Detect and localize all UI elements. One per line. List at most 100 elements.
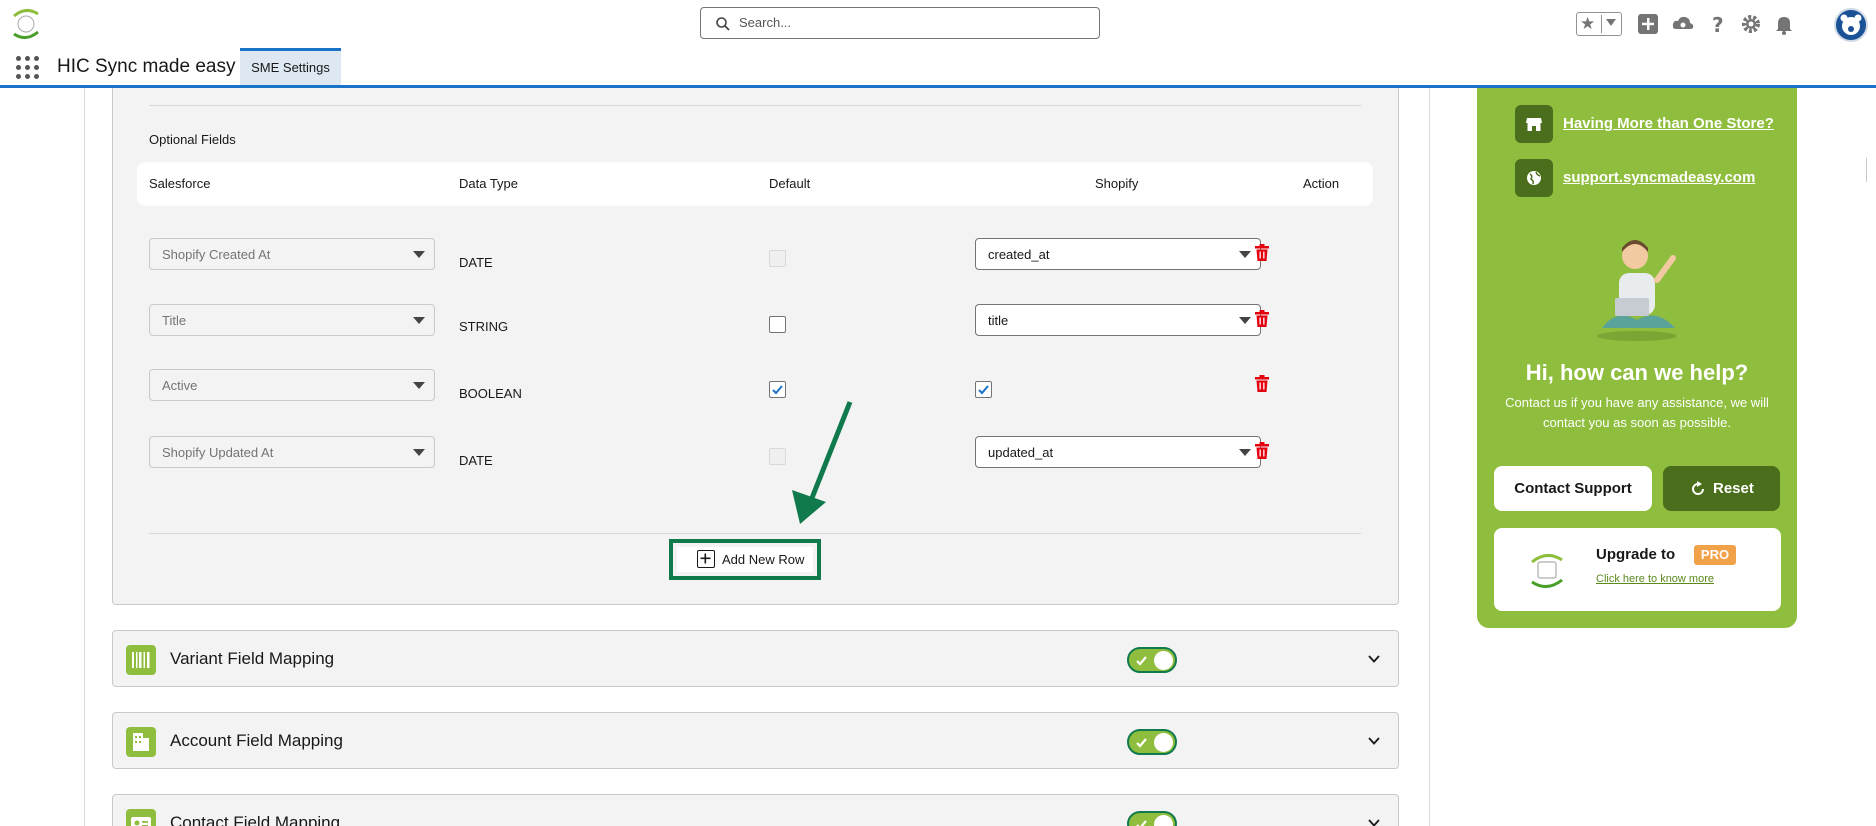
globe-icon [1515,159,1553,197]
default-checkbox[interactable] [769,381,786,398]
caret-down-icon [1606,19,1616,26]
column-header: Data Type [459,176,519,191]
caret-down-icon [1239,449,1251,456]
help-panel: Having More than One Store? support.sync… [1477,88,1797,628]
variant-field-mapping-card[interactable]: Variant Field Mapping [112,630,1399,687]
table-row: Shopify Updated At DATE updated_at [149,436,1369,476]
column-header: Action [1303,176,1340,191]
refresh-icon [1692,481,1704,495]
global-search[interactable]: Search... [700,7,1100,39]
caret-down-icon [413,382,425,389]
salesforce-field-select[interactable]: Shopify Created At [149,238,435,270]
search-icon [716,17,730,31]
support-site-link[interactable]: support.syncmadeasy.com [1515,159,1805,197]
support-illustration [1597,240,1677,341]
table-row: Shopify Created At DATE created_at [149,238,1369,278]
salesforce-field-select[interactable]: Active [149,369,435,401]
column-header: Salesforce [149,176,211,191]
shopify-field-select[interactable]: created_at [975,238,1261,270]
avatar[interactable] [1834,8,1868,42]
table-row: Active BOOLEAN [149,369,1369,409]
contact-field-mapping-card[interactable]: Contact Field Mapping [112,794,1399,826]
upgrade-text: Upgrade to [1596,546,1676,563]
header-actions: ★ ? [1576,8,1876,42]
barcode-icon [126,645,156,675]
check-icon [772,385,783,395]
caret-down-icon [413,251,425,258]
check-icon [1136,820,1147,826]
card-title: Variant Field Mapping [170,649,335,668]
cloud-icon[interactable] [1671,12,1695,36]
default-checkbox [769,250,786,267]
store-icon [1515,105,1553,143]
chevron-down-icon[interactable] [1368,817,1380,826]
upgrade-card[interactable]: Upgrade to PRO Click here to know more [1494,528,1781,611]
account-field-mapping-card[interactable]: Account Field Mapping [112,712,1399,769]
trash-icon[interactable] [1254,375,1270,393]
trash-icon[interactable] [1254,244,1270,262]
scrollbar[interactable] [1866,158,1876,182]
plus-icon[interactable] [1636,12,1660,36]
salesforce-field-select[interactable]: Title [149,304,435,336]
salesforce-field-select[interactable]: Shopify Updated At [149,436,435,468]
default-checkbox[interactable] [769,316,786,333]
table-row: Title STRING title [149,304,1369,344]
star-icon: ★ [1580,14,1596,33]
section-label: Optional Fields [149,132,236,147]
bell-icon[interactable] [1772,12,1796,36]
contact-support-button[interactable]: Contact Support [1494,466,1652,511]
trash-icon[interactable] [1254,310,1270,328]
app-logo [1531,554,1563,588]
caret-down-icon [1239,251,1251,258]
shopify-field-select[interactable]: updated_at [975,436,1261,468]
plus-square-icon [697,550,715,568]
column-header: Shopify [1095,176,1139,191]
variant-mapping-toggle[interactable] [1127,647,1177,673]
check-icon [1136,656,1147,666]
know-more-link[interactable]: Click here to know more [1596,573,1714,585]
pro-badge: PRO [1694,545,1736,565]
global-header: Search... ★ ? [0,0,1876,46]
check-icon [978,385,989,395]
building-icon [126,727,156,757]
contact-card-icon [126,809,156,826]
contact-mapping-toggle[interactable] [1127,811,1177,826]
reset-button[interactable]: Reset [1663,466,1780,511]
table-header: Salesforce Data Type Default Shopify Act… [137,162,1373,206]
tab-sme-settings[interactable]: SME Settings [240,48,341,85]
caret-down-icon [413,317,425,324]
optional-fields-card: Optional Fields Salesforce Data Type Def… [112,88,1399,605]
help-subtitle: Contact us if you have any assistance, w… [1505,395,1769,430]
default-checkbox [769,448,786,465]
data-type: STRING [459,319,509,334]
data-type: BOOLEAN [459,386,522,401]
question-icon[interactable]: ? [1706,12,1730,36]
app-name: HIC Sync made easy [57,56,236,77]
chevron-down-icon[interactable] [1368,735,1380,747]
card-title: Account Field Mapping [170,731,343,750]
chevron-down-icon[interactable] [1368,653,1380,665]
check-icon [1136,738,1147,748]
card-title: Contact Field Mapping [170,813,341,826]
multi-store-link[interactable]: Having More than One Store? [1515,105,1805,143]
search-placeholder: Search... [739,15,792,30]
app-launcher-icon[interactable] [16,56,40,80]
add-new-row-button[interactable]: Add New Row [677,547,813,572]
shopify-field-select[interactable]: title [975,304,1261,336]
main-content: Optional Fields Salesforce Data Type Def… [0,88,1876,826]
trash-icon[interactable] [1254,442,1270,460]
caret-down-icon [413,449,425,456]
caret-down-icon [1239,317,1251,324]
gear-icon[interactable] [1739,12,1763,36]
column-header: Default [769,176,811,191]
context-bar: HIC Sync made easy SME Settings [0,46,1876,88]
account-mapping-toggle[interactable] [1127,729,1177,755]
app-logo[interactable] [6,6,46,42]
data-type: DATE [459,453,493,468]
favorites-button[interactable]: ★ [1576,12,1622,36]
help-title: Hi, how can we help? [1525,360,1749,385]
shopify-checkbox[interactable] [975,381,992,398]
add-row-highlight: Add New Row [669,539,821,580]
svg-text:?: ? [1712,13,1724,36]
data-type: DATE [459,255,493,270]
